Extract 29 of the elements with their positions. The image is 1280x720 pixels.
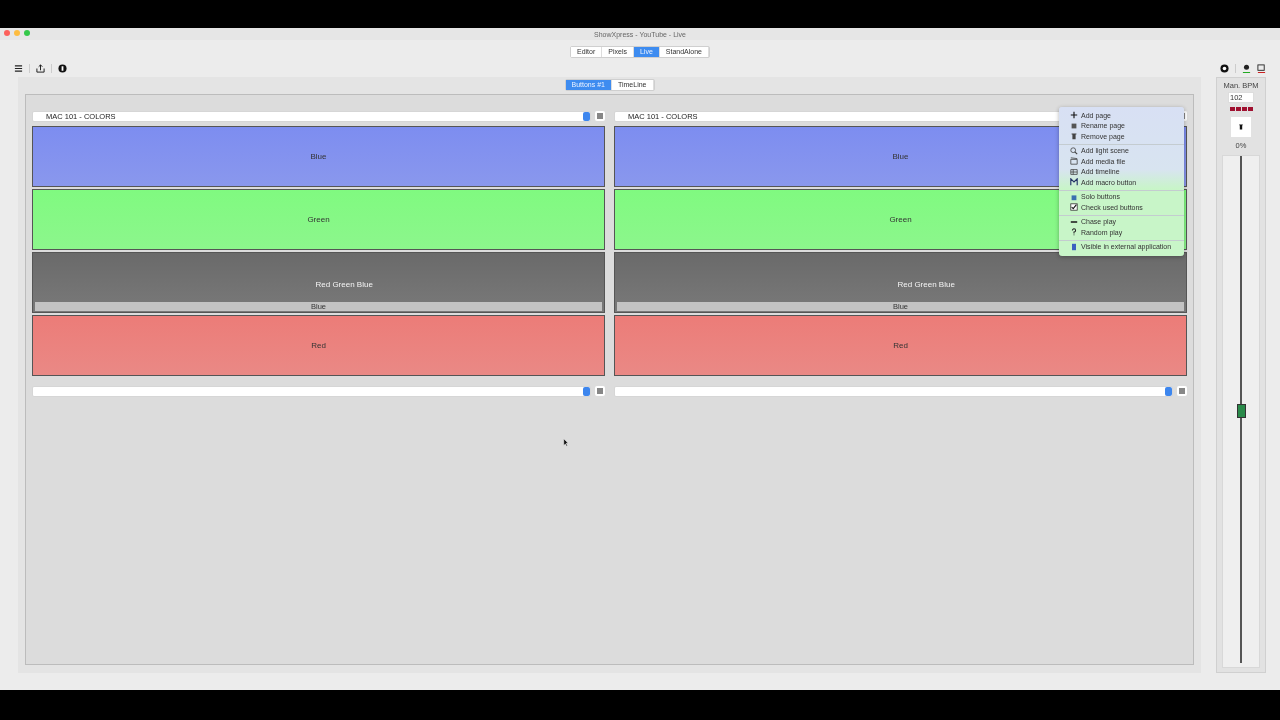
magnifier-icon bbox=[1070, 146, 1078, 155]
scene-button[interactable]: Blue bbox=[32, 126, 605, 187]
trash-icon bbox=[1070, 132, 1078, 141]
list-icon[interactable] bbox=[595, 386, 605, 396]
plus-icon bbox=[1070, 111, 1078, 120]
question-icon bbox=[1070, 228, 1078, 237]
menu-icon[interactable] bbox=[14, 63, 23, 73]
scene-button[interactable]: Red bbox=[32, 315, 605, 376]
checkbox-icon bbox=[1070, 203, 1078, 212]
trash-icon bbox=[1238, 124, 1244, 130]
scene-button[interactable]: Green bbox=[32, 189, 605, 250]
phone-icon bbox=[1070, 242, 1078, 251]
list-icon[interactable] bbox=[595, 111, 605, 121]
mouse-pointer-icon bbox=[563, 438, 569, 447]
beat-indicator bbox=[1229, 107, 1253, 111]
scene-button[interactable]: Red bbox=[614, 315, 1187, 376]
settings-icon[interactable] bbox=[1220, 63, 1229, 73]
list-icon[interactable] bbox=[1177, 386, 1187, 396]
grid-icon bbox=[1070, 167, 1078, 176]
rename-icon bbox=[1070, 121, 1078, 130]
export-icon[interactable] bbox=[36, 63, 45, 73]
power-icon[interactable] bbox=[58, 63, 67, 73]
fader-thumb[interactable] bbox=[1237, 403, 1246, 418]
clapper-icon bbox=[1070, 157, 1078, 166]
close-window-button[interactable] bbox=[4, 30, 10, 36]
monitor-icon[interactable] bbox=[1257, 63, 1266, 73]
person-icon[interactable] bbox=[1242, 63, 1251, 73]
letter-icon bbox=[1070, 178, 1078, 187]
clear-button[interactable] bbox=[1231, 117, 1251, 137]
